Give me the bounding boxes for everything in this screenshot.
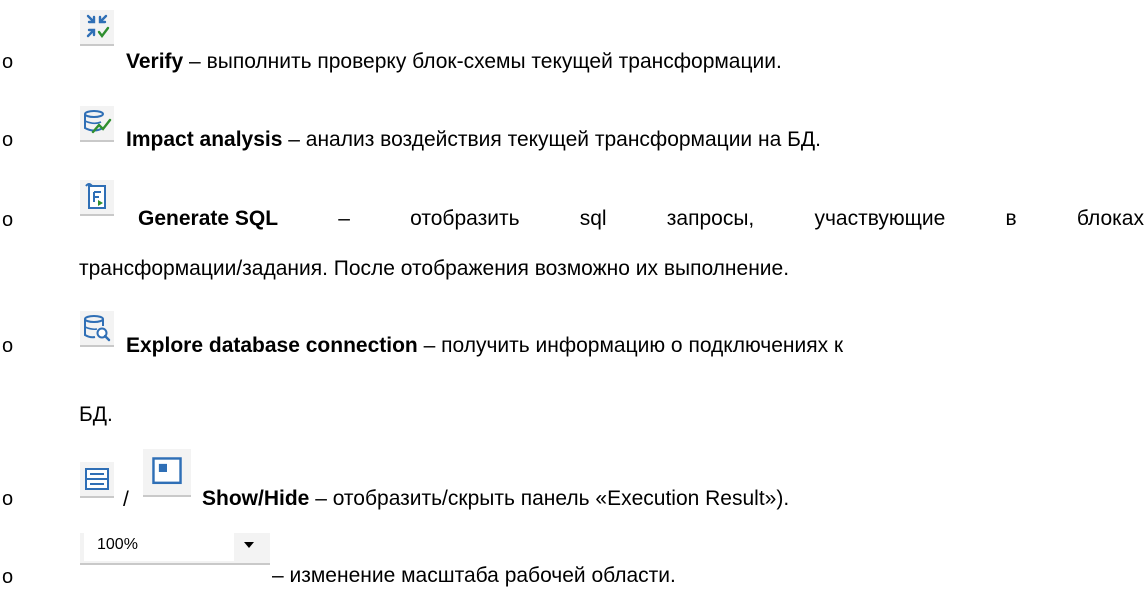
impact-analysis-icon[interactable] xyxy=(80,106,114,142)
description-word: отобразить xyxy=(410,207,520,230)
explore-database-icon[interactable] xyxy=(80,311,114,347)
verify-icon[interactable] xyxy=(80,10,114,46)
term-show: Show xyxy=(202,487,258,510)
bullet: o xyxy=(2,488,14,510)
generate-sql-icon[interactable] xyxy=(80,180,114,216)
description: – анализ воздействия текущей трансформац… xyxy=(282,128,821,151)
description-continued: БД. xyxy=(79,403,113,426)
description-word: – xyxy=(338,207,350,230)
description: – выполнить проверку блок-схемы текущей … xyxy=(183,50,782,73)
show-panel-icon[interactable] xyxy=(80,462,114,498)
description-continued: трансформации/задания. После отображения… xyxy=(79,257,790,280)
term-impact-analysis: Impact analysis xyxy=(126,128,283,151)
term-explore-database-connection: Explore database connection xyxy=(126,334,418,357)
description-word: участвующие xyxy=(814,207,946,230)
bullet: o xyxy=(2,209,14,231)
zoom-value: 100% xyxy=(97,536,138,553)
separator: / xyxy=(123,488,129,511)
description: – получить информацию о подключениях к xyxy=(417,334,844,357)
term-verify: Verify xyxy=(126,50,184,73)
description-word: блоках xyxy=(1076,207,1144,230)
bullet: o xyxy=(2,335,14,357)
list-item-zoom: o 100% – изменение масштаба рабочей обла… xyxy=(0,525,1147,589)
description-word: sql xyxy=(579,207,607,230)
hide-panel-icon[interactable] xyxy=(143,449,191,497)
description-word: в xyxy=(1005,207,1017,230)
bullet: o xyxy=(2,129,14,151)
description: – изменение масштаба рабочей области. xyxy=(272,564,676,587)
bullet: o xyxy=(2,566,14,588)
zoom-select[interactable]: 100% xyxy=(80,533,270,565)
description: – отобразить/скрыть панель «Execution Re… xyxy=(309,487,790,510)
description-word: запросы, xyxy=(666,207,755,230)
dropdown-arrow-icon[interactable] xyxy=(242,537,256,551)
term-generate-sql: Generate SQL xyxy=(138,207,279,230)
term-hide: Hide xyxy=(263,487,310,510)
bullet: o xyxy=(2,51,14,73)
